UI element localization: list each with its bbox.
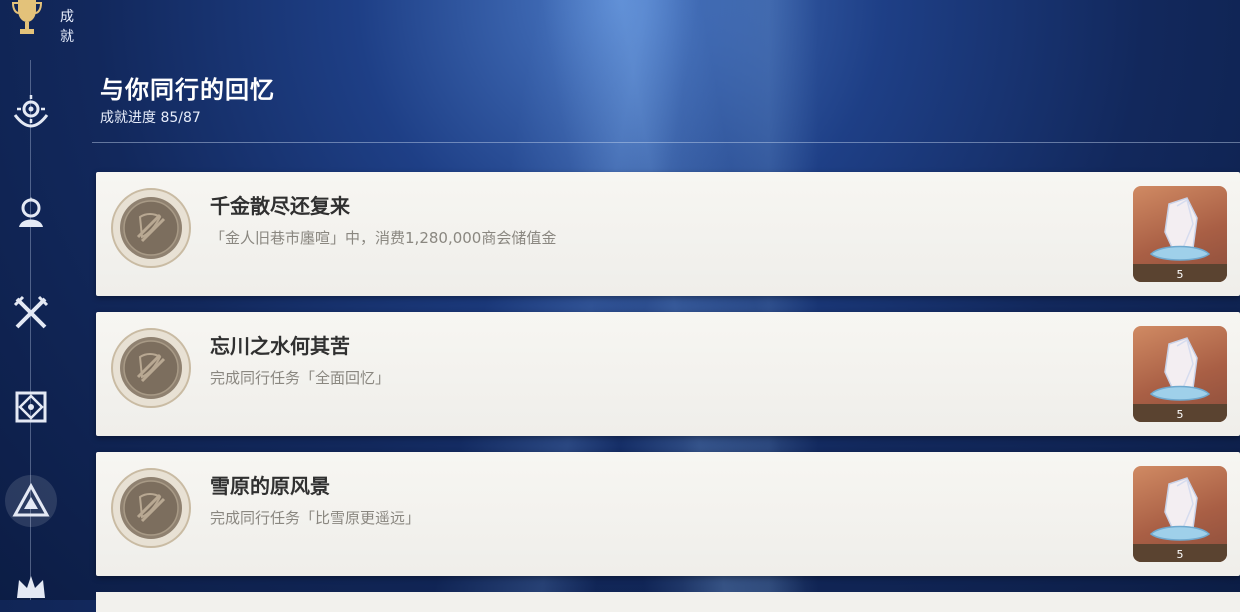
achievement-card[interactable]: 雪原的原风景 完成同行任务「比雪原更遥远」 5	[96, 452, 1240, 576]
achievement-card[interactable]: 千金散尽还复来 「金人旧巷市廛喧」中，消费1,280,000商会储值金 5	[96, 172, 1240, 296]
reward-count: 5	[1176, 408, 1184, 421]
reward-item[interactable]: 5	[1133, 466, 1227, 562]
category-title: 与你同行的回忆	[100, 76, 275, 104]
achievement-description: 完成同行任务「全面回忆」	[210, 369, 391, 387]
triangle-emblem-icon[interactable]	[5, 475, 57, 527]
achievement-description: 完成同行任务「比雪原更遥远」	[210, 509, 421, 527]
achievement-title: 忘川之水何其苦	[210, 334, 350, 358]
achievements-section-label: 成就	[60, 9, 74, 45]
crystal-reward-icon	[1149, 197, 1211, 261]
achievement-medal-icon	[111, 188, 191, 268]
achievement-title: 雪原的原风景	[210, 474, 330, 498]
achievement-card[interactable]: 忘川之水何其苦 完成同行任务「全面回忆」 5	[96, 312, 1240, 436]
achievement-description: 「金人旧巷市廛喧」中，消费1,280,000商会储值金	[210, 229, 557, 247]
diamond-emblem-icon[interactable]	[8, 384, 54, 430]
achievement-medal-icon	[111, 328, 191, 408]
category-sidebar: 成就	[0, 0, 80, 600]
crystal-reward-icon	[1149, 337, 1211, 401]
reward-count: 5	[1176, 268, 1184, 281]
reward-count: 5	[1176, 548, 1184, 561]
gear-hand-icon[interactable]	[8, 90, 54, 136]
category-progress: 成就进度 85/87	[100, 110, 201, 126]
crown-icon[interactable]	[8, 565, 54, 611]
crystal-reward-icon	[1149, 477, 1211, 541]
crossed-swords-icon[interactable]	[8, 290, 54, 336]
bust-icon[interactable]	[8, 190, 54, 236]
achievement-title: 千金散尽还复来	[210, 194, 350, 218]
trophy-icon	[12, 0, 42, 34]
header-divider	[92, 142, 1240, 143]
reward-item[interactable]: 5	[1133, 186, 1227, 282]
reward-item[interactable]: 5	[1133, 326, 1227, 422]
achievement-medal-icon	[111, 468, 191, 548]
achievement-card-partial[interactable]	[96, 592, 1240, 612]
